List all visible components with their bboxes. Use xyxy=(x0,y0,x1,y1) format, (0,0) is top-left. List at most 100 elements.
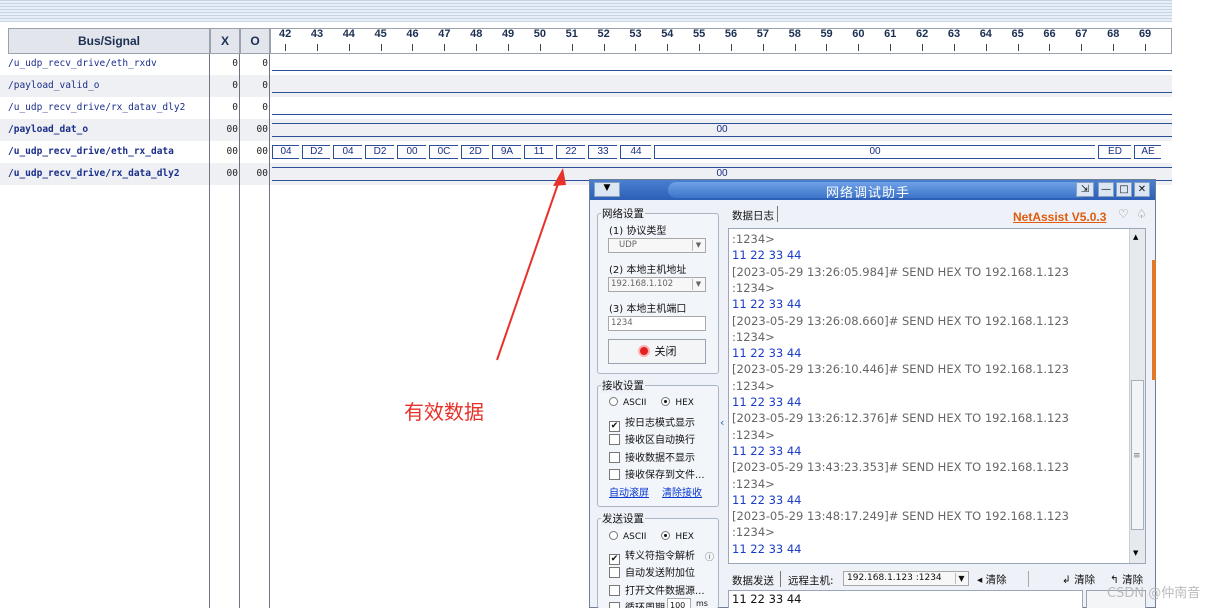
bus-segment: ED xyxy=(1098,145,1131,159)
auto-scroll-link[interactable]: 自动滚屏 xyxy=(609,484,649,499)
signal-o-value: 0 xyxy=(262,80,268,91)
signal-name[interactable]: /payload_valid_o xyxy=(8,75,100,97)
checkbox-icon[interactable] xyxy=(609,567,620,579)
recv-format-radios[interactable]: ASCII HEX xyxy=(609,397,694,408)
bus-signal-header[interactable]: Bus/Signal xyxy=(8,28,210,54)
option-checkbox[interactable]: 打开文件数据源... xyxy=(609,582,705,597)
option-checkbox[interactable]: 自动发送附加位 xyxy=(609,564,695,579)
signal-name[interactable]: /u_udp_recv_drive/rx_datav_dly2 xyxy=(8,97,185,119)
data-log-area[interactable]: :1234> 11 22 33 44 [2023-05-29 13:26:05.98… xyxy=(728,228,1146,564)
ruler-tick-label: 43 xyxy=(310,28,324,40)
collapse-panel-icon[interactable]: ‹ xyxy=(720,416,727,429)
bus-segment: 00 xyxy=(654,145,1095,159)
ruler-tick xyxy=(285,44,286,51)
minimize-button[interactable]: — xyxy=(1098,182,1114,197)
checkbox-icon[interactable] xyxy=(609,451,620,463)
ruler-tick-label: 50 xyxy=(533,28,547,40)
recv-hex-radio[interactable] xyxy=(661,397,671,406)
close-window-button[interactable]: ✕ xyxy=(1134,182,1150,197)
x-column-header[interactable]: X xyxy=(210,28,240,54)
netassist-window[interactable]: ▼ 网络调试助手 ⇲ — □ ✕ 网络设置 (1) 协议类型 UDP ▼ (2) … xyxy=(589,179,1156,608)
clear-recv-link[interactable]: 清除接收 xyxy=(662,484,702,499)
pin-icon[interactable]: ⇲ xyxy=(1076,182,1094,197)
ruler-tick xyxy=(507,44,509,51)
remote-host-select[interactable]: 192.168.1.123 :1234 ▼ xyxy=(843,571,969,586)
ruler-tick-label: 63 xyxy=(947,28,961,40)
send-hex-radio[interactable] xyxy=(661,531,671,540)
option-label: 按日志模式显示 xyxy=(625,418,695,429)
log-line: 11 22 33 44 xyxy=(732,346,802,361)
net-settings-label: 网络设置 xyxy=(601,206,645,221)
send-text-input[interactable]: 11 22 33 44 xyxy=(728,590,1083,608)
maximize-button[interactable]: □ xyxy=(1116,182,1132,197)
signal-o-value: 00 xyxy=(256,146,268,157)
ruler-tick-label: 44 xyxy=(342,28,355,40)
ruler-tick-label: 52 xyxy=(597,28,610,40)
close-connection-button[interactable]: 关闭 xyxy=(608,339,706,364)
tab-data-send[interactable]: 数据发送 xyxy=(732,573,774,588)
signal-name[interactable]: /u_udp_recv_drive/eth_rx_data xyxy=(8,141,174,163)
port-input[interactable]: 1234 xyxy=(608,316,706,331)
checkbox-icon[interactable] xyxy=(609,601,620,608)
option-checkbox[interactable]: 循环周期 xyxy=(609,599,665,608)
option-checkbox[interactable]: ✔ 按日志模式显示 xyxy=(609,414,695,432)
clear-remote-button[interactable]: ◂ 清除 xyxy=(977,572,1007,587)
host-select[interactable]: 192.168.1.102 ▼ xyxy=(608,277,706,292)
send-format-radios[interactable]: ASCII HEX xyxy=(609,531,694,542)
time-ruler[interactable] xyxy=(270,28,1172,54)
log-line: [2023-05-29 13:26:12.376]# SEND HEX TO 1… xyxy=(732,411,1069,426)
checkbox-icon[interactable] xyxy=(609,434,620,446)
info-icon[interactable]: ⓘ xyxy=(705,550,714,563)
log-scrollbar[interactable]: ▲ ≡ ▼ xyxy=(1129,229,1145,563)
left-arrow-icon: ◂ xyxy=(977,574,983,586)
signal-x-value: 0 xyxy=(232,58,238,69)
signal-row[interactable]: /payload_valid_o 0 0 xyxy=(0,75,1172,97)
signal-o-value: 00 xyxy=(256,168,268,179)
log-line: [2023-05-29 13:48:17.249]# SEND HEX TO 1… xyxy=(732,509,1069,524)
signal-name[interactable]: /u_udp_recv_drive/rx_data_dly2 xyxy=(8,163,180,185)
option-checkbox[interactable]: 接收数据不显示 xyxy=(609,449,695,464)
log-line: [2023-05-29 13:26:10.446]# SEND HEX TO 1… xyxy=(732,362,1069,377)
scroll-down-icon[interactable]: ▼ xyxy=(1133,549,1138,557)
log-line: 11 22 33 44 xyxy=(732,248,802,263)
signal-name[interactable]: /payload_dat_o xyxy=(8,119,88,141)
checkbox-icon[interactable] xyxy=(609,468,620,480)
log-line: :1234> xyxy=(732,378,775,393)
app-menu-icon[interactable]: ▼ xyxy=(594,182,620,197)
log-line: [2023-05-29 13:26:08.660]# SEND HEX TO 1… xyxy=(732,313,1069,328)
waveform-trace xyxy=(272,70,1172,71)
watermark: CSDN @仲南音 xyxy=(1107,586,1201,601)
log-line: 11 22 33 44 xyxy=(732,297,802,312)
tab-data-log[interactable]: 数据日志 xyxy=(732,208,774,223)
option-checkbox[interactable]: 接收保存到文件... xyxy=(609,466,705,481)
feedback-icon[interactable]: ♡ xyxy=(1118,207,1129,221)
log-line: [2023-05-29 13:26:05.984]# SEND HEX TO 1… xyxy=(732,264,1069,279)
signal-row[interactable]: /u_udp_recv_drive/eth_rxdv 0 0 xyxy=(0,53,1172,75)
checkbox-icon[interactable] xyxy=(609,584,620,596)
log-line: 11 22 33 44 xyxy=(732,395,802,409)
clear-send-icon: ↲ xyxy=(1062,574,1071,586)
log-line: :1234> xyxy=(732,427,775,442)
option-checkbox[interactable]: 接收区自动换行 xyxy=(609,431,695,446)
ruler-tick xyxy=(444,44,446,51)
send-ascii-radio[interactable] xyxy=(609,531,618,540)
clear-send-button[interactable]: ↲ 清除 xyxy=(1062,572,1095,587)
netassist-titlebar[interactable]: ▼ 网络调试助手 ⇲ — □ ✕ xyxy=(590,180,1155,201)
bus-segment: 33 xyxy=(588,145,617,159)
o-column-header[interactable]: O xyxy=(240,28,270,54)
scroll-up-icon[interactable]: ▲ xyxy=(1133,233,1138,241)
bus-segment: 44 xyxy=(620,145,651,159)
signal-name[interactable]: /u_udp_recv_drive/eth_rxdv xyxy=(8,53,157,75)
bell-icon[interactable]: ♤ xyxy=(1136,207,1147,221)
option-checkbox[interactable]: ✔ 转义符指令解析 xyxy=(609,547,695,565)
bus-payload-dat: 00 xyxy=(272,123,1172,137)
signal-row[interactable]: /u_udp_recv_drive/rx_datav_dly2 0 0 xyxy=(0,97,1172,119)
ruler-tick xyxy=(1113,44,1115,51)
period-input[interactable]: 100 xyxy=(667,598,691,608)
column-divider xyxy=(269,54,270,608)
protocol-select[interactable]: UDP ▼ xyxy=(608,238,706,253)
signal-o-value: 0 xyxy=(262,102,268,113)
recv-ascii-radio[interactable] xyxy=(609,397,618,406)
brand-link[interactable]: NetAssist V5.0.3 xyxy=(1013,210,1106,224)
ruler-tick xyxy=(953,44,955,51)
